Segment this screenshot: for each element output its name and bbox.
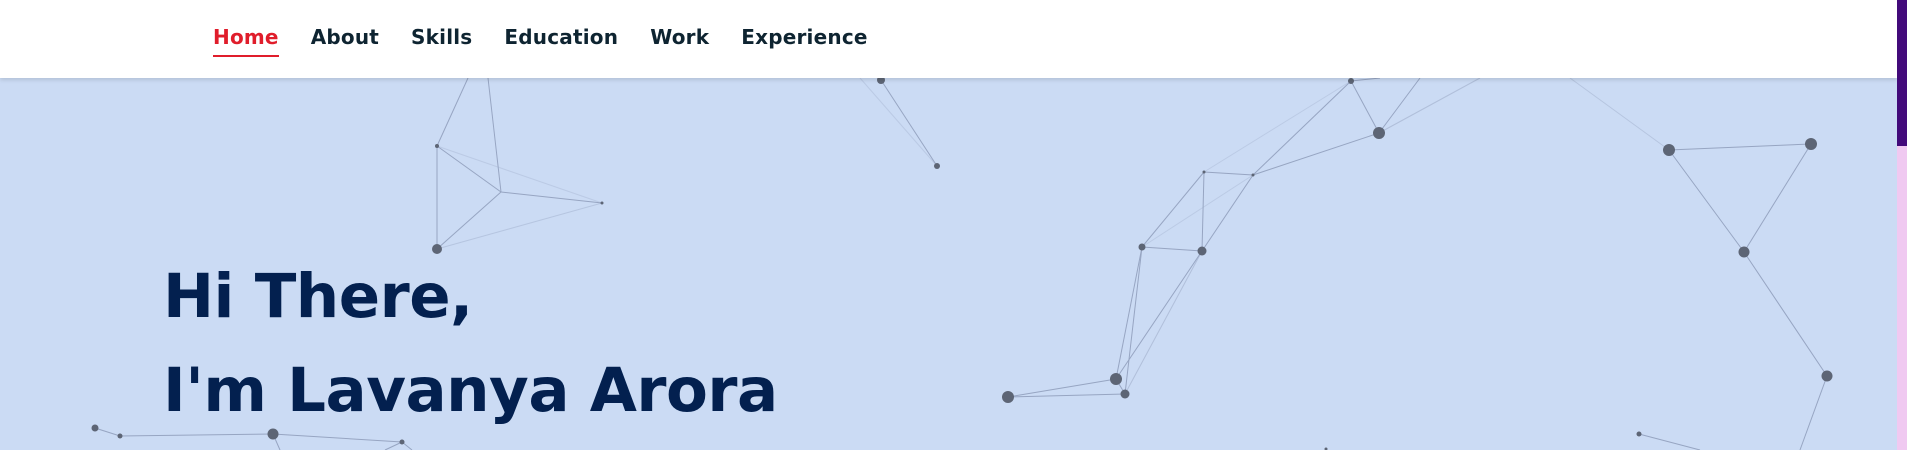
nav-item-education[interactable]: Education (504, 21, 618, 57)
page: Home About Skills Education Work Experie… (0, 0, 1907, 450)
navbar: Home About Skills Education Work Experie… (0, 0, 1897, 78)
hero-name: I'm Lavanya Arora (163, 355, 778, 426)
hero-section: Hi There, I'm Lavanya Arora (163, 250, 778, 438)
nav-item-skills[interactable]: Skills (411, 21, 472, 57)
scrollbar-track[interactable] (1897, 0, 1907, 450)
nav-item-work[interactable]: Work (650, 21, 709, 57)
nav-item-about[interactable]: About (311, 21, 379, 57)
nav-item-home[interactable]: Home (213, 21, 279, 57)
nav-item-experience[interactable]: Experience (741, 21, 867, 57)
hero-greeting: Hi There, (163, 261, 473, 332)
nav-menu: Home About Skills Education Work Experie… (213, 0, 900, 78)
scrollbar-thumb[interactable] (1897, 0, 1907, 146)
